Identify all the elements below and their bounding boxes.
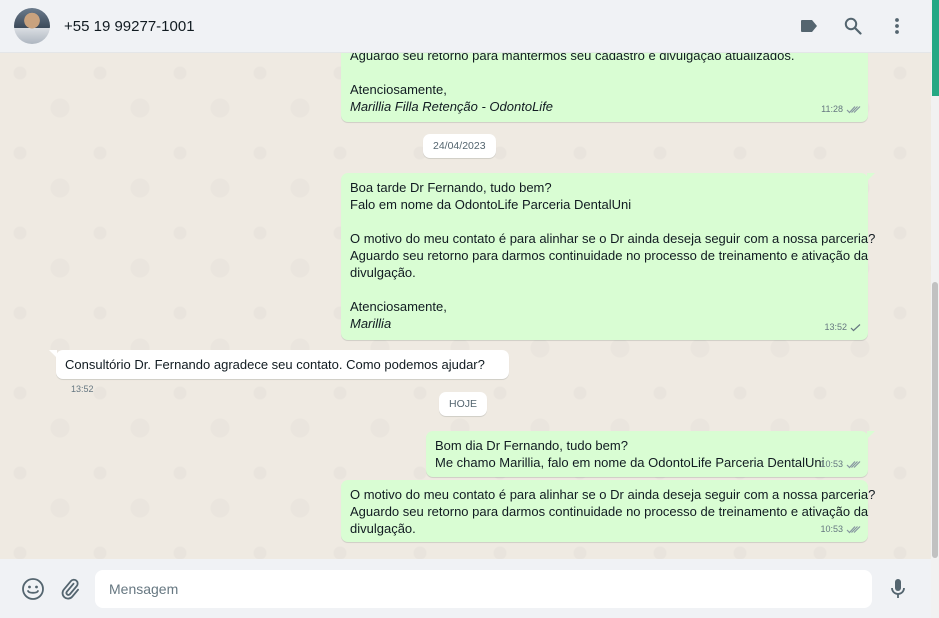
chat-header: +55 19 99277-1001 xyxy=(0,0,931,53)
message-line xyxy=(350,281,859,298)
contact-avatar[interactable] xyxy=(14,8,50,44)
outgoing-message[interactable]: Aguardo seu retorno para mantermos seu c… xyxy=(341,53,868,122)
search-icon[interactable] xyxy=(841,14,865,38)
message-line: Me chamo Marillia, falo em nome da Odont… xyxy=(435,455,825,470)
message-time: 13:52 xyxy=(71,384,94,394)
message-line: O motivo do meu contato é para alinhar s… xyxy=(350,231,876,246)
bubble-tail xyxy=(867,173,875,181)
bubble-tail xyxy=(49,350,57,358)
window-edge-accent xyxy=(932,0,939,96)
message-meta: 10:53 xyxy=(820,521,861,538)
message-text: Consultório Dr. Fernando agradece seu co… xyxy=(65,357,485,372)
message-line: divulgação. xyxy=(350,521,416,536)
message-signature: Marillia Filla Retenção - OdontoLife xyxy=(350,99,554,114)
double-check-icon xyxy=(846,106,861,114)
message-line: Bom dia Dr Fernando, tudo bem? xyxy=(435,438,628,453)
composer xyxy=(0,559,931,618)
bubble-tail xyxy=(867,431,875,439)
chat-area[interactable]: Aguardo seu retorno para mantermos seu c… xyxy=(0,53,931,559)
message-line: Atenciosamente, xyxy=(350,299,447,314)
outgoing-message[interactable]: O motivo do meu contato é para alinhar s… xyxy=(341,480,876,542)
message-line: Aguardo seu retorno para darmos continui… xyxy=(350,248,869,263)
incoming-message[interactable]: Consultório Dr. Fernando agradece seu co… xyxy=(49,350,509,394)
message-line: divulgação. xyxy=(350,265,416,280)
message-line: Aguardo seu retorno para mantermos seu c… xyxy=(350,53,795,63)
contact-name[interactable]: +55 19 99277-1001 xyxy=(64,18,195,35)
double-check-icon xyxy=(846,526,861,534)
message-meta: 10:53 xyxy=(820,456,861,473)
date-divider: 24/04/2023 xyxy=(423,134,496,158)
microphone-icon[interactable] xyxy=(885,576,911,602)
message-time: 10:53 xyxy=(820,459,843,469)
message-time: 13:52 xyxy=(824,322,847,332)
message-meta: 13:52 xyxy=(824,319,861,336)
double-check-icon xyxy=(846,461,861,469)
header-actions xyxy=(797,14,909,38)
message-meta: 11:28 xyxy=(821,101,861,118)
message-line: Falo em nome da OdontoLife Parceria Dent… xyxy=(350,197,632,212)
message-input[interactable] xyxy=(95,569,872,608)
message-meta: 13:52 xyxy=(71,381,94,398)
menu-icon[interactable] xyxy=(885,14,909,38)
scroll-thumb[interactable] xyxy=(932,282,938,558)
outgoing-message[interactable]: Bom dia Dr Fernando, tudo bem? Me chamo … xyxy=(426,431,875,477)
outgoing-message[interactable]: Boa tarde Dr Fernando, tudo bem? Falo em… xyxy=(341,173,876,340)
message-line xyxy=(350,213,859,230)
message-signature: Marillia xyxy=(350,316,392,331)
emoji-icon[interactable] xyxy=(20,576,46,602)
message-line: O motivo do meu contato é para alinhar s… xyxy=(350,487,876,502)
single-check-icon xyxy=(850,324,861,332)
date-divider: HOJE xyxy=(439,392,488,416)
label-icon[interactable] xyxy=(797,14,821,38)
message-time: 10:53 xyxy=(820,524,843,534)
attach-icon[interactable] xyxy=(57,576,83,602)
message-line xyxy=(350,64,859,81)
message-line: Aguardo seu retorno para darmos continui… xyxy=(350,504,869,519)
message-line: Boa tarde Dr Fernando, tudo bem? xyxy=(350,180,552,195)
message-line: Atenciosamente, xyxy=(350,82,447,97)
message-time: 11:28 xyxy=(821,104,843,114)
